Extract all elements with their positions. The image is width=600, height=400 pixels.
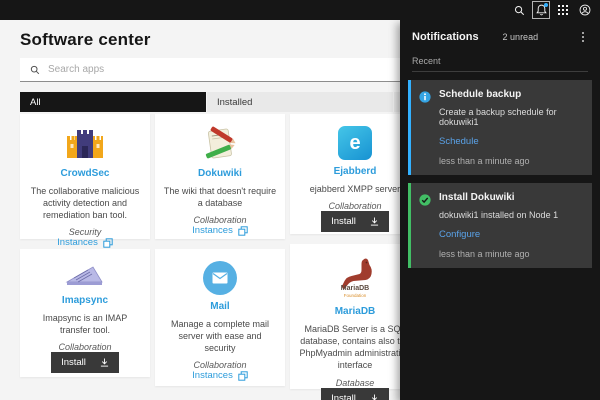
ramp-box-icon	[64, 261, 106, 289]
unread-count: 2 unread	[502, 32, 539, 42]
seal-icon-subtext: Foundation	[344, 293, 367, 298]
app-category: Collaboration	[58, 342, 112, 353]
app-name: Ejabberd	[333, 166, 377, 177]
notifications-title: Notifications	[412, 31, 479, 43]
notification-title: Install Dokuwiki	[439, 192, 515, 203]
software-center-screen: Software center All Installed Updates	[0, 0, 600, 400]
install-button[interactable]: Install	[321, 211, 389, 233]
download-icon	[371, 394, 377, 400]
app-name: MariaDB	[334, 306, 376, 317]
app-card-dokuwiki[interactable]: Dokuwiki The wiki that doesn't require a…	[155, 114, 285, 239]
app-description: MariaDB Server is a SQL database, contai…	[299, 324, 411, 371]
app-description: The collaborative malicious activity det…	[30, 186, 140, 221]
app-category: Collaboration	[193, 360, 247, 371]
instances-label: Instances	[192, 225, 233, 237]
app-grid: CrowdSec The collaborative malicious act…	[20, 114, 420, 400]
app-category: Collaboration	[328, 201, 382, 212]
notification-item-info: Schedule backup Create a backup schedule…	[408, 80, 592, 175]
notification-text: Create a backup schedule for dokuwiki1	[439, 107, 557, 127]
notification-content: Schedule backup Create a backup schedule…	[439, 89, 584, 166]
app-category: Security	[68, 227, 102, 238]
notification-timestamp: less than a minute ago	[439, 156, 530, 166]
seal-icon: MariaDB Foundation	[335, 256, 375, 300]
castle-icon	[65, 126, 105, 162]
app-name: Dokuwiki	[198, 168, 242, 179]
wiki-pencils-icon	[201, 126, 239, 162]
success-check-icon	[419, 193, 431, 259]
instances-link[interactable]: Instances	[192, 225, 248, 236]
app-category: Database	[335, 377, 375, 388]
instances-copy-icon	[238, 371, 248, 381]
notifications-header: Notifications 2 unread	[400, 20, 600, 50]
app-description: ejabberd XMPP server	[309, 184, 401, 194]
grid-column-1: CrowdSec The collaborative malicious act…	[20, 114, 150, 389]
app-card-mail[interactable]: Mail Manage a complete mail server with …	[155, 249, 285, 386]
user-avatar-icon[interactable]	[576, 1, 594, 19]
instances-label: Instances	[57, 237, 98, 249]
recent-section-label: Recent	[412, 56, 588, 72]
app-name: Imapsync	[61, 295, 109, 306]
search-input-icon	[30, 65, 40, 74]
app-name: CrowdSec	[60, 168, 110, 179]
notification-content: Install Dokuwiki dokuwiki1 installed on …	[439, 192, 558, 259]
app-card-crowdsec[interactable]: CrowdSec The collaborative malicious act…	[20, 114, 150, 248]
instances-copy-icon	[238, 226, 248, 236]
instances-copy-icon	[103, 238, 113, 248]
seal-icon-wordmark: MariaDB	[341, 285, 369, 292]
tab-installed[interactable]: Installed	[207, 92, 393, 112]
tab-all[interactable]: All	[20, 92, 206, 112]
install-label: Install	[61, 357, 86, 369]
notification-item-success: Install Dokuwiki dokuwiki1 installed on …	[408, 183, 592, 268]
app-description: Manage a complete mail server with ease …	[170, 319, 270, 354]
notifications-bell-icon[interactable]	[532, 1, 550, 19]
notification-text: dokuwiki1 installed on Node 1	[439, 210, 559, 220]
search-icon[interactable]	[510, 1, 528, 19]
configure-link[interactable]: Configure	[439, 229, 558, 240]
install-label: Install	[331, 392, 356, 400]
download-icon	[370, 217, 379, 226]
app-name: Mail	[210, 301, 230, 312]
app-description: The wiki that doesn't require a database	[163, 186, 277, 209]
instances-link[interactable]: Instances	[57, 237, 113, 248]
notification-title: Schedule backup	[439, 89, 522, 100]
notification-list: Schedule backup Create a backup schedule…	[400, 72, 600, 276]
unread-badge-dot	[544, 3, 548, 7]
app-category: Collaboration	[193, 215, 247, 226]
chat-bubble-e-icon: e	[338, 126, 372, 160]
kebab-menu-icon[interactable]	[576, 30, 590, 44]
install-button[interactable]: Install	[321, 387, 389, 400]
instances-label: Instances	[192, 370, 233, 382]
envelope-icon	[203, 261, 237, 295]
instances-link[interactable]: Instances	[192, 370, 248, 381]
info-icon	[419, 90, 431, 166]
global-header	[0, 0, 600, 20]
install-button[interactable]: Install	[51, 352, 119, 374]
app-card-imapsync[interactable]: Imapsync Imapsync is an IMAP transfer to…	[20, 249, 150, 377]
notifications-panel: Notifications 2 unread Recent Schedule b…	[400, 20, 600, 400]
notification-timestamp: less than a minute ago	[439, 249, 530, 259]
download-icon	[100, 358, 109, 367]
grid-column-2: Dokuwiki The wiki that doesn't require a…	[155, 114, 285, 389]
app-description: Imapsync is an IMAP transfer tool.	[42, 313, 128, 336]
schedule-link[interactable]: Schedule	[439, 136, 584, 147]
install-label: Install	[331, 216, 356, 228]
app-switcher-icon[interactable]	[554, 1, 572, 19]
page-title: Software center	[20, 30, 151, 49]
